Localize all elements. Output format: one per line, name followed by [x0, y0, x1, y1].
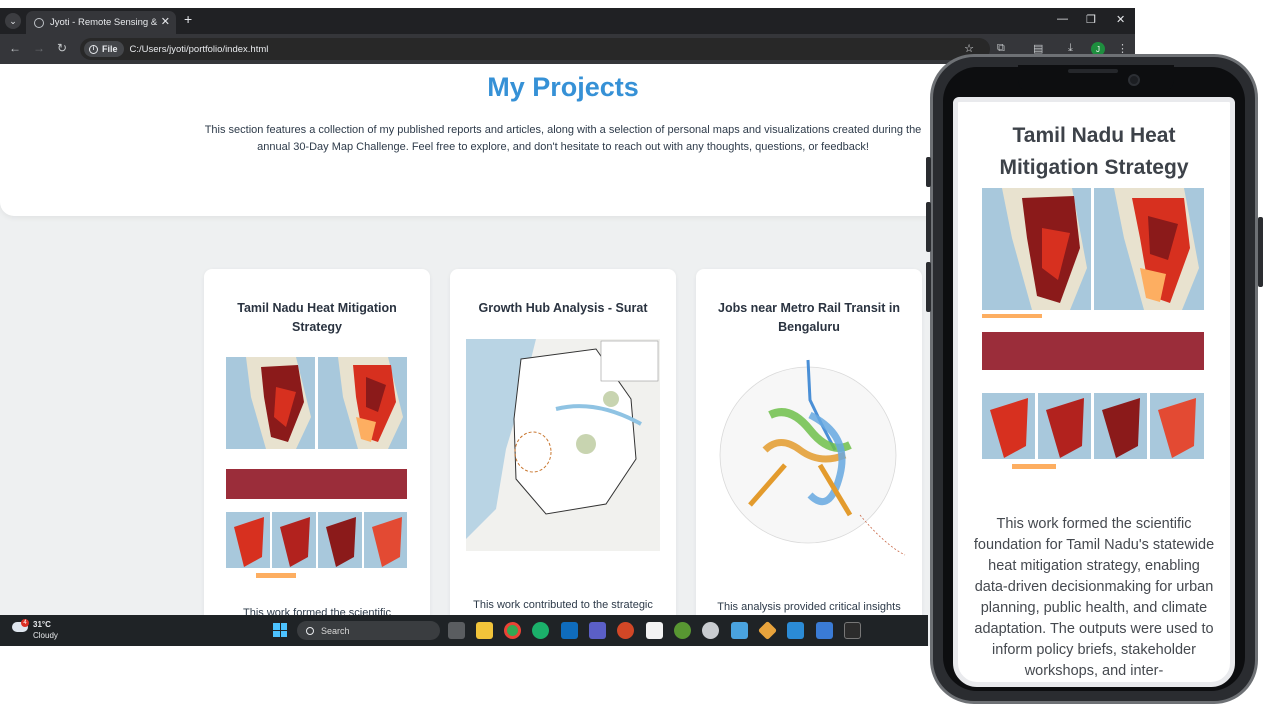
close-window-button[interactable]: ✕	[1116, 13, 1125, 26]
vscode-icon[interactable]	[787, 622, 804, 639]
phone-side-button	[926, 262, 931, 312]
project-card-surat[interactable]: Growth Hub Analysis - Surat This work co…	[450, 269, 676, 617]
project-card-bengaluru[interactable]: Jobs near Metro Rail Transit in Bengalur…	[696, 269, 922, 617]
info-icon: i	[89, 44, 98, 54]
qgis-icon[interactable]	[674, 622, 691, 639]
file-label: File	[102, 44, 118, 54]
surat-map-thumbnail	[466, 339, 660, 559]
metro-map-thumbnail	[710, 359, 908, 567]
phone-volume-button	[926, 157, 931, 187]
card-title: Jobs near Metro Rail Transit in Bengalur…	[718, 301, 900, 334]
card-title: Growth Hub Analysis - Surat	[478, 301, 648, 315]
windows-taskbar: 4 31°C Cloudy Search	[0, 615, 928, 646]
globe-icon	[34, 17, 44, 28]
camera-icon	[1128, 74, 1140, 86]
site-info-chip[interactable]: i File	[84, 41, 124, 57]
notes-icon[interactable]	[646, 622, 663, 639]
file-explorer-icon[interactable]	[476, 622, 493, 639]
edge-icon[interactable]	[532, 622, 549, 639]
project-card-tamil-nadu[interactable]: Tamil Nadu Heat Mitigation Strategy This…	[204, 269, 430, 617]
minimize-button[interactable]: —	[1057, 13, 1068, 25]
heat-map-thumbnail	[226, 357, 407, 578]
tab-title: Jyoti - Remote Sensing & GIS P	[50, 17, 160, 28]
phone-volume-button	[926, 202, 931, 252]
phone-power-button	[1258, 217, 1263, 287]
phone-screen[interactable]: Tamil Nadu Heat Mitigation Strategy This…	[953, 97, 1235, 687]
tab-portfolio[interactable]: Jyoti - Remote Sensing & GIS P ✕	[26, 11, 176, 34]
temperature: 31°C	[33, 620, 51, 629]
tab-strip: ⌄ Jyoti - Remote Sensing & GIS P ✕ + — ❐…	[0, 8, 1135, 34]
document-icon[interactable]	[731, 622, 748, 639]
chrome-icon[interactable]	[504, 622, 521, 639]
url-text: C:/Users/jyoti/portfolio/index.html	[129, 43, 269, 55]
search-placeholder: Search	[321, 625, 350, 636]
back-icon[interactable]: ←	[9, 41, 21, 55]
photos-icon[interactable]	[816, 622, 833, 639]
heat-map-figure	[982, 188, 1204, 469]
speaker-grille	[1068, 69, 1118, 73]
new-tab-button[interactable]: +	[184, 11, 192, 27]
close-icon[interactable]: ✕	[161, 15, 170, 28]
outlook-icon[interactable]	[561, 622, 578, 639]
powerpoint-icon[interactable]	[617, 622, 634, 639]
phone-mockup: Tamil Nadu Heat Mitigation Strategy This…	[926, 54, 1263, 704]
reload-icon[interactable]: ↻	[57, 41, 67, 55]
taskbar-search[interactable]: Search	[297, 621, 440, 640]
network-icon[interactable]	[702, 622, 719, 639]
restore-button[interactable]: ❐	[1086, 13, 1096, 26]
page-intro: This section features a collection of my…	[204, 124, 922, 153]
task-view-icon[interactable]	[448, 622, 465, 639]
tab-search-button[interactable]: ⌄	[5, 13, 21, 29]
card-title: Tamil Nadu Heat Mitigation Strategy	[237, 301, 397, 334]
card-description: This work contributed to the strategic	[473, 599, 653, 611]
windows-start-icon[interactable]	[273, 623, 287, 637]
project-title: Tamil Nadu Heat Mitigation Strategy	[999, 124, 1189, 179]
address-bar[interactable]: i File C:/Users/jyoti/portfolio/index.ht…	[80, 38, 990, 60]
gis-tool-icon[interactable]	[757, 620, 778, 641]
search-icon	[306, 626, 314, 635]
terminal-icon[interactable]	[844, 622, 861, 639]
card-description: This analysis provided critical insights	[717, 601, 901, 613]
project-description: This work formed the scientific foundati…	[973, 516, 1215, 679]
teams-icon[interactable]	[589, 622, 606, 639]
phone-notch	[1018, 65, 1174, 95]
forward-icon[interactable]: →	[33, 41, 45, 55]
weather-condition: Cloudy	[33, 631, 58, 640]
weather-badge: 4	[21, 619, 29, 627]
